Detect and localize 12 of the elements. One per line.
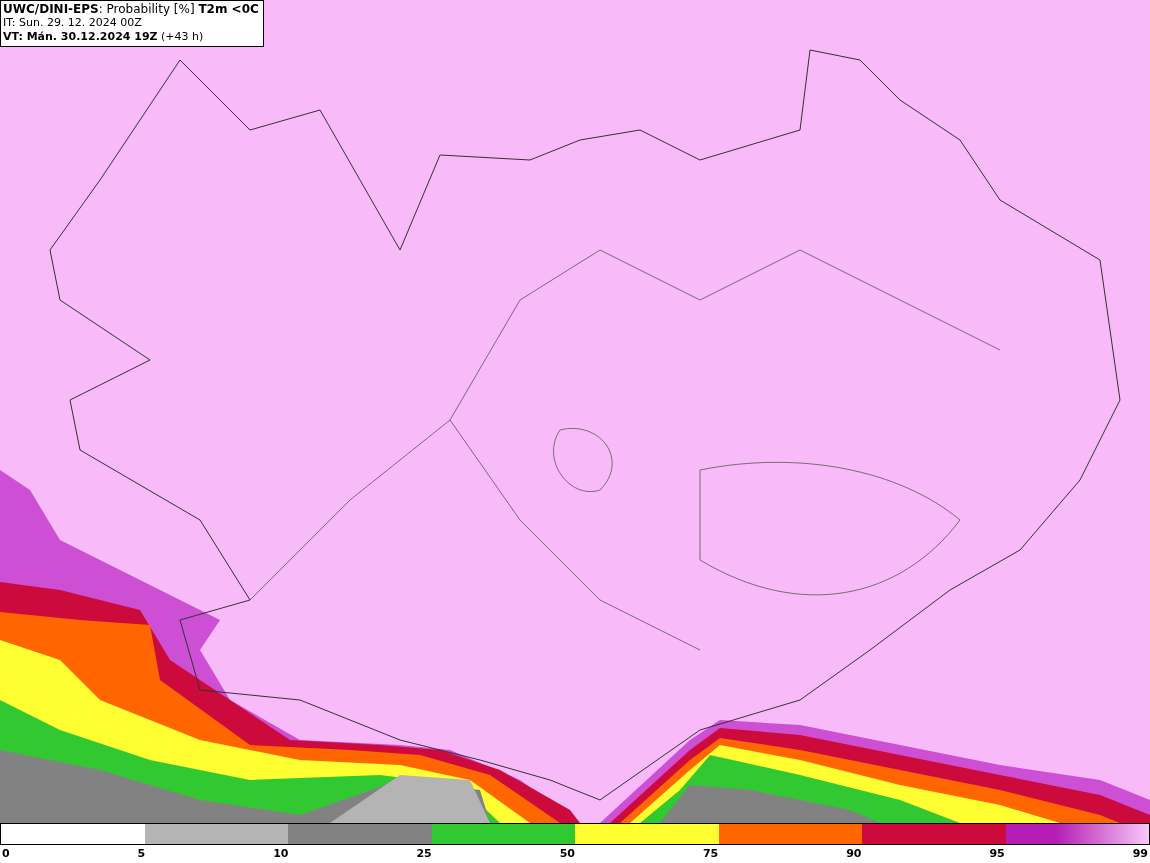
scale-label: 25 [416,846,432,862]
scale-label: 95 [989,846,1005,862]
scale-label: 10 [273,846,289,862]
scale-label: 90 [846,846,862,862]
scale-label: 50 [559,846,575,862]
scale-label: 0 [2,846,10,862]
scale-label: 5 [137,846,146,862]
scale-label: 99 [1132,846,1148,862]
title-line: UWC/DINI-EPS: Probability [%] T2m <0C [3,2,259,16]
title-line: IT: Sun. 29. 12. 2024 00Z [3,16,143,30]
title-line: VT: Mán. 30.12.2024 19Z (+43 h) [3,30,205,44]
scale-label: 75 [702,846,719,862]
